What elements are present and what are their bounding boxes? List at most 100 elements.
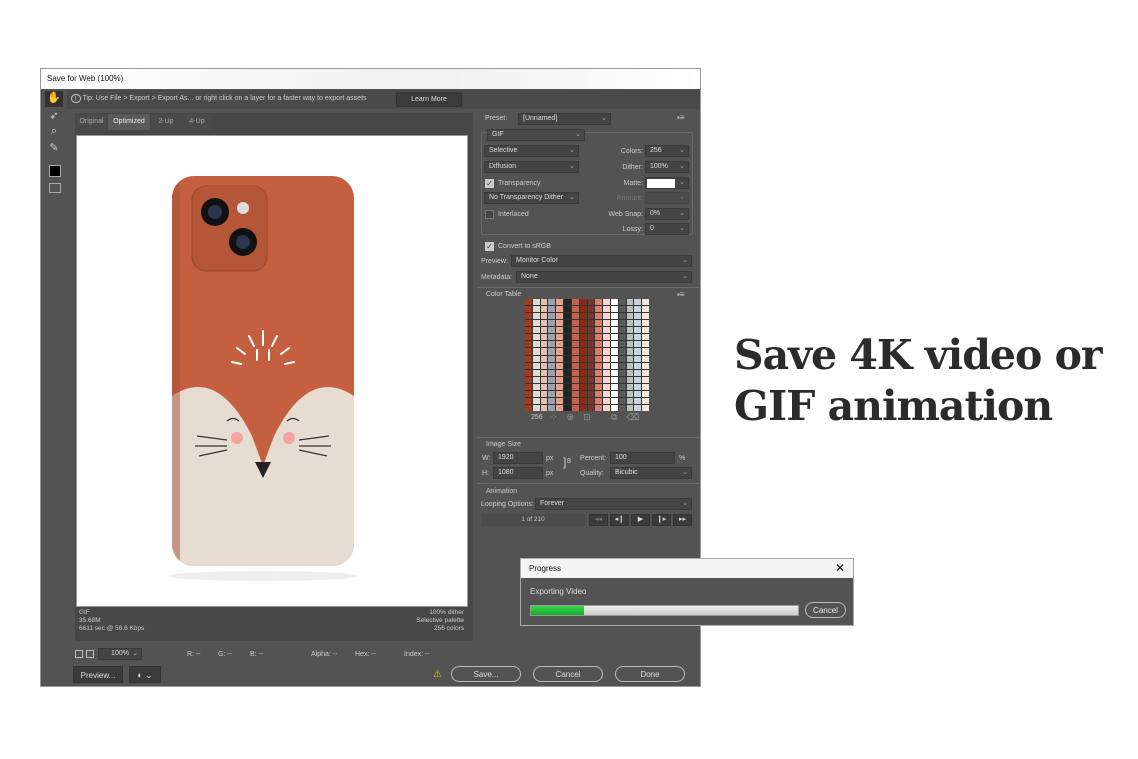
- color-swatch[interactable]: [540, 355, 548, 362]
- color-swatch[interactable]: [548, 383, 556, 390]
- previous-frame-button[interactable]: ◂❙: [610, 514, 629, 526]
- color-swatch[interactable]: [525, 404, 532, 411]
- reduction-select[interactable]: Selective ⌄: [484, 145, 579, 157]
- color-swatch[interactable]: [610, 313, 618, 320]
- color-swatch[interactable]: [540, 348, 548, 355]
- color-swatch[interactable]: [540, 313, 548, 320]
- color-swatch[interactable]: [525, 369, 532, 376]
- zoom-out-button[interactable]: [75, 650, 83, 658]
- color-swatch[interactable]: [556, 355, 564, 362]
- color-swatch[interactable]: [642, 306, 649, 313]
- color-swatch[interactable]: [618, 341, 626, 348]
- color-swatch[interactable]: [525, 390, 532, 397]
- learn-more-button[interactable]: Learn More: [396, 92, 462, 107]
- color-swatch[interactable]: [642, 369, 649, 376]
- color-swatch[interactable]: [603, 334, 610, 341]
- color-swatch[interactable]: [618, 306, 626, 313]
- zoom-select[interactable]: 100% ⌄: [98, 648, 142, 660]
- color-swatch[interactable]: [603, 383, 610, 390]
- color-swatch[interactable]: [634, 355, 642, 362]
- color-swatch[interactable]: [579, 383, 587, 390]
- color-swatch[interactable]: [571, 376, 579, 383]
- color-swatch[interactable]: [532, 397, 540, 404]
- color-swatch[interactable]: [532, 383, 540, 390]
- color-swatch[interactable]: [564, 390, 571, 397]
- tab-optimized[interactable]: Optimized: [108, 114, 150, 130]
- color-swatch[interactable]: [618, 299, 626, 306]
- color-swatch[interactable]: [634, 334, 642, 341]
- color-swatch[interactable]: [564, 397, 571, 404]
- color-swatch[interactable]: [595, 362, 603, 369]
- zoom-icon[interactable]: ⌕: [45, 125, 63, 141]
- color-swatch[interactable]: [587, 369, 595, 376]
- color-swatch[interactable]: [564, 327, 571, 334]
- color-swatch[interactable]: [603, 369, 610, 376]
- color-swatch[interactable]: [525, 348, 532, 355]
- color-swatch[interactable]: [556, 390, 564, 397]
- color-swatch[interactable]: [525, 334, 532, 341]
- color-swatch[interactable]: [603, 397, 610, 404]
- color-swatch[interactable]: [610, 369, 618, 376]
- color-swatch[interactable]: [634, 306, 642, 313]
- color-swatch[interactable]: [618, 334, 626, 341]
- color-swatch[interactable]: [587, 327, 595, 334]
- color-swatch[interactable]: [610, 299, 618, 306]
- color-swatch[interactable]: [603, 320, 610, 327]
- color-swatch[interactable]: [634, 348, 642, 355]
- zoom-in-button[interactable]: [86, 650, 94, 658]
- last-frame-button[interactable]: ▸▸: [673, 514, 692, 526]
- color-swatch[interactable]: [587, 341, 595, 348]
- transparency-checkbox[interactable]: ✓: [485, 179, 494, 188]
- color-swatch[interactable]: [595, 327, 603, 334]
- color-swatch[interactable]: [642, 390, 649, 397]
- color-swatch[interactable]: [610, 376, 618, 383]
- color-swatch[interactable]: [595, 404, 603, 411]
- color-swatch[interactable]: [587, 348, 595, 355]
- color-swatch[interactable]: [587, 313, 595, 320]
- color-swatch[interactable]: [564, 362, 571, 369]
- dither-algorithm-select[interactable]: Diffusion ⌄: [484, 161, 579, 173]
- color-swatch[interactable]: [587, 334, 595, 341]
- color-swatch[interactable]: [525, 397, 532, 404]
- color-swatch[interactable]: [626, 383, 634, 390]
- color-swatch[interactable]: [595, 376, 603, 383]
- color-swatch[interactable]: [525, 313, 532, 320]
- color-swatch[interactable]: [564, 404, 571, 411]
- slice-select-icon[interactable]: ➶: [45, 109, 63, 125]
- color-swatch[interactable]: [548, 369, 556, 376]
- color-swatch[interactable]: [587, 306, 595, 313]
- color-swatch[interactable]: [571, 362, 579, 369]
- color-swatch[interactable]: [532, 306, 540, 313]
- color-swatch[interactable]: [571, 355, 579, 362]
- color-swatch[interactable]: [634, 299, 642, 306]
- color-swatch[interactable]: [532, 404, 540, 411]
- color-swatch[interactable]: [579, 376, 587, 383]
- color-swatch[interactable]: [571, 369, 579, 376]
- color-swatch[interactable]: [571, 313, 579, 320]
- tab-4-up[interactable]: 4-Up: [182, 114, 212, 130]
- preview-select[interactable]: Monitor Color ⌄: [511, 255, 692, 267]
- eyedropper-icon[interactable]: ✎: [45, 141, 63, 157]
- color-swatch[interactable]: [603, 348, 610, 355]
- preset-select[interactable]: [Unnamed] ⌄: [518, 113, 611, 125]
- color-swatch[interactable]: [634, 341, 642, 348]
- color-table-menu-icon[interactable]: ▪≡: [677, 290, 685, 299]
- color-swatch[interactable]: [564, 376, 571, 383]
- color-swatch[interactable]: [595, 334, 603, 341]
- color-swatch[interactable]: [603, 355, 610, 362]
- color-swatch[interactable]: [548, 299, 556, 306]
- color-swatch[interactable]: [587, 397, 595, 404]
- color-swatch[interactable]: [595, 320, 603, 327]
- color-swatch[interactable]: [564, 313, 571, 320]
- first-frame-button[interactable]: ◂◂: [589, 514, 608, 526]
- color-swatch[interactable]: [634, 397, 642, 404]
- color-swatch[interactable]: [49, 165, 61, 177]
- lossy-select[interactable]: 0 ⌄: [645, 223, 689, 235]
- color-swatch[interactable]: [626, 327, 634, 334]
- color-swatch[interactable]: [548, 348, 556, 355]
- color-swatch[interactable]: [525, 383, 532, 390]
- color-swatch[interactable]: [540, 383, 548, 390]
- color-swatch[interactable]: [603, 341, 610, 348]
- progress-cancel-button[interactable]: Cancel: [805, 602, 846, 618]
- metadata-select[interactable]: None ⌄: [516, 271, 692, 283]
